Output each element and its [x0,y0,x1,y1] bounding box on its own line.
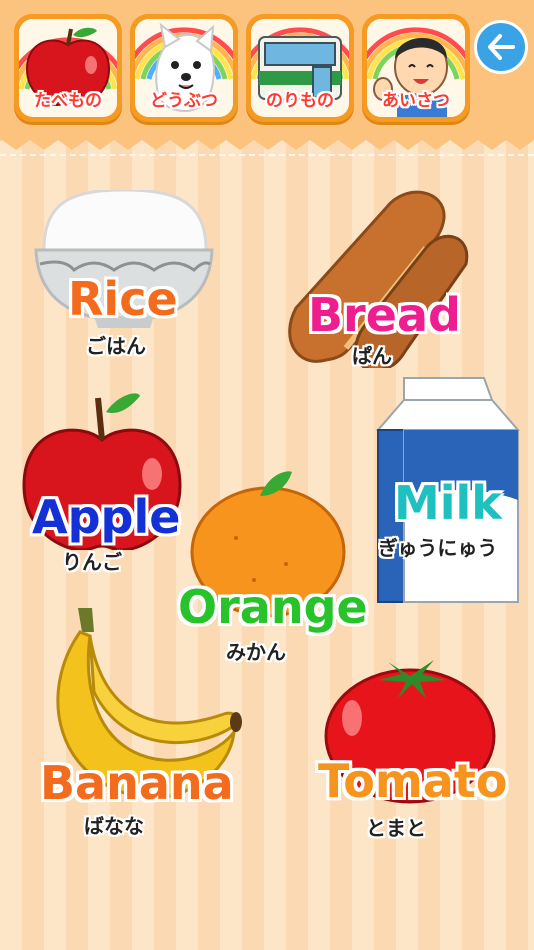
food-label-en-tomato: Tomato [318,754,508,808]
food-item-apple[interactable]: Apple りんご [22,390,182,590]
food-item-tomato[interactable]: Tomato とまと [318,646,508,846]
tab-vehicles[interactable]: のりもの [246,14,354,122]
tab-greetings[interactable]: あいさつ [362,14,470,122]
tab-animals[interactable]: どうぶつ [130,14,238,122]
back-button[interactable] [474,20,528,74]
food-label-jp-banana: ばなな [84,814,144,838]
tab-food[interactable]: たべもの [14,14,122,122]
header-stitch-line [0,154,534,156]
food-label-jp-bread: ぱん [352,344,392,368]
header-zigzag-border [0,136,534,150]
food-item-milk[interactable]: Milk ぎゅうにゅう [374,370,524,606]
food-item-bread[interactable]: Bread ぱん [276,188,476,368]
food-label-en-bread: Bread [308,288,461,342]
tab-food-label: たべもの [34,91,102,111]
food-label-en-milk: Milk [394,476,502,530]
food-label-jp-rice: ごはん [86,334,146,358]
tab-animals-label: どうぶつ [150,91,218,111]
food-item-rice[interactable]: Rice ごはん [34,190,214,358]
food-label-jp-tomato: とまと [366,816,426,840]
arrow-left-icon [488,34,515,60]
food-label-en-banana: Banana [40,756,234,810]
tab-greetings-label: あいさつ [382,91,450,111]
food-label-jp-milk: ぎゅうにゅう [378,536,498,560]
food-item-banana[interactable]: Banana ばなな [34,602,254,838]
food-label-jp-apple: りんご [62,550,122,574]
food-label-en-rice: Rice [68,272,178,326]
tab-vehicles-label: のりもの [266,91,334,111]
food-label-en-apple: Apple [32,490,181,544]
